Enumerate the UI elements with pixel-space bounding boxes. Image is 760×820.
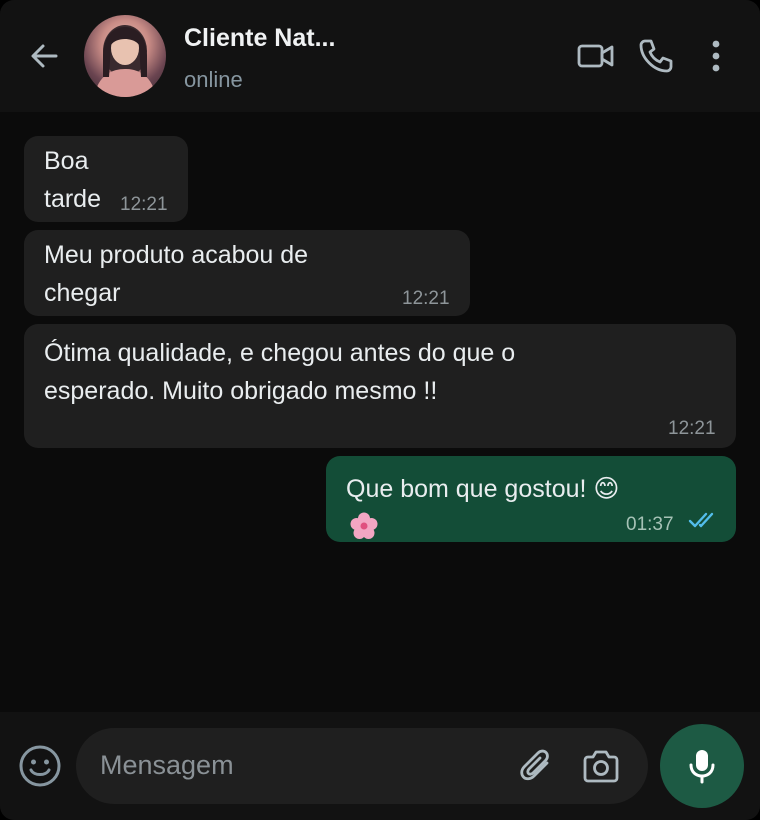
chat-header: Cliente Nat... online xyxy=(0,0,760,112)
read-receipt-icon xyxy=(688,504,718,528)
message-bubble-incoming[interactable]: Meu produto acabou de chegar 12:21 xyxy=(24,230,470,316)
message-list[interactable]: Boa tarde 12:21 Meu produto acabou de ch… xyxy=(0,112,760,712)
message-bubble-incoming[interactable]: Boa tarde 12:21 xyxy=(24,136,188,222)
message-time: 01:37 xyxy=(626,514,674,535)
emoji-icon[interactable] xyxy=(16,742,64,790)
message-text: Meu produto acabou de chegar xyxy=(44,241,309,307)
video-call-icon[interactable] xyxy=(576,36,616,76)
chat-screen: Cliente Nat... online Boa tarde 12:21 Me… xyxy=(0,0,760,820)
message-composer: Mensagem xyxy=(0,712,760,820)
attachment-icon[interactable] xyxy=(516,746,558,788)
more-vertical-icon[interactable] xyxy=(700,36,732,76)
message-time: 12:21 xyxy=(120,194,168,215)
message-text: Boa tarde xyxy=(44,147,101,213)
message-text: Ótima qualidade, e chegou antes do que o… xyxy=(44,339,516,405)
contact-name[interactable]: Cliente Nat... xyxy=(184,24,335,53)
phone-icon[interactable] xyxy=(636,36,676,76)
message-time: 12:21 xyxy=(668,418,716,439)
flower-emoji xyxy=(350,512,378,540)
back-arrow-icon[interactable] xyxy=(26,38,62,74)
camera-icon[interactable] xyxy=(580,746,622,788)
contact-status: online xyxy=(184,67,243,92)
microphone-button[interactable] xyxy=(660,724,744,808)
microphone-icon xyxy=(689,750,715,784)
message-time: 12:21 xyxy=(402,288,450,309)
message-text: Que bom que gostou! 😊 xyxy=(346,475,620,503)
message-bubble-outgoing[interactable]: Que bom que gostou! 😊 01:37 xyxy=(326,456,736,542)
message-input[interactable]: Mensagem xyxy=(76,728,648,804)
message-input-placeholder[interactable]: Mensagem xyxy=(100,750,234,781)
contact-avatar[interactable] xyxy=(84,15,166,97)
message-bubble-incoming[interactable]: Ótima qualidade, e chegou antes do que o… xyxy=(24,324,736,448)
